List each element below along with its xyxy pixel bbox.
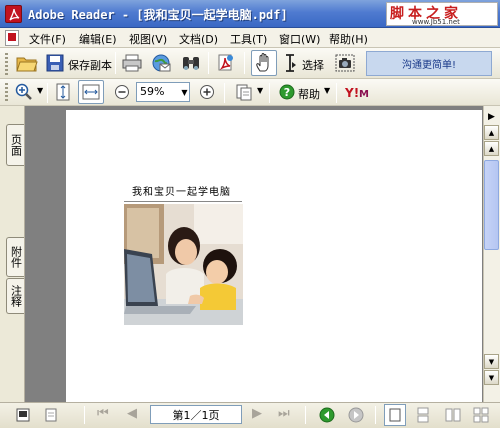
toolbar-separator bbox=[208, 52, 209, 74]
toolbar-grip[interactable] bbox=[5, 53, 8, 75]
chevron-down-icon[interactable]: ▼ bbox=[37, 86, 43, 95]
chevron-down-icon[interactable]: ▼ bbox=[257, 86, 263, 95]
scroll-top-icon[interactable]: ▲ bbox=[484, 125, 499, 140]
single-page-layout-icon[interactable] bbox=[384, 404, 406, 426]
promo-button[interactable]: 沟通更简单! bbox=[366, 51, 492, 76]
scroll-bottom-icon[interactable]: ▼ bbox=[484, 370, 499, 385]
zoom-dropdown-icon[interactable]: ▼ bbox=[180, 83, 189, 101]
document-icon[interactable] bbox=[42, 406, 60, 424]
continuous-facing-layout-icon[interactable] bbox=[472, 406, 490, 424]
scrollbar-thumb[interactable] bbox=[484, 160, 499, 250]
tab-pages-label: 页面 bbox=[9, 134, 23, 156]
tab-comments[interactable]: 注释 bbox=[6, 278, 24, 314]
zoom-value[interactable]: 59% bbox=[140, 85, 164, 98]
tab-attachments-label: 附件 bbox=[9, 246, 23, 268]
page-number-field[interactable]: 第1／1页 bbox=[150, 405, 242, 424]
actual-size-icon[interactable] bbox=[53, 81, 73, 103]
tab-comments-label: 注释 bbox=[9, 285, 23, 307]
adobe-reader-icon bbox=[5, 5, 22, 23]
document-heading: 我和宝贝一起学电脑 bbox=[132, 187, 231, 198]
open-folder-icon[interactable] bbox=[15, 51, 39, 75]
tab-attachments[interactable]: 附件 bbox=[6, 237, 24, 277]
promo-label: 沟通更简单! bbox=[401, 60, 456, 71]
save-disk-icon[interactable] bbox=[44, 51, 66, 75]
tab-pages[interactable]: 页面 bbox=[6, 124, 24, 166]
watermark-url: www.Jb51.net bbox=[412, 18, 460, 26]
toolbar-grip[interactable] bbox=[5, 83, 8, 103]
svg-text:Y!: Y! bbox=[345, 86, 359, 99]
menu-window[interactable]: 窗口(W) bbox=[279, 31, 320, 47]
continuous-layout-icon[interactable] bbox=[414, 406, 432, 424]
menu-help[interactable]: 帮助(H) bbox=[329, 31, 368, 47]
status-separator bbox=[305, 406, 306, 424]
status-separator bbox=[84, 406, 85, 424]
last-page-icon[interactable]: ⏭ bbox=[278, 406, 290, 421]
snapshot-camera-icon[interactable] bbox=[333, 51, 357, 75]
first-page-icon[interactable]: ⏮ bbox=[97, 406, 109, 421]
window-title: Adobe Reader - [我和宝贝一起学电脑.pdf] bbox=[28, 8, 288, 22]
menu-tools[interactable]: 工具(T) bbox=[230, 31, 267, 47]
menu-file[interactable]: 文件(F) bbox=[29, 31, 66, 47]
toolbar-separator bbox=[244, 52, 245, 74]
toolbar-separator bbox=[269, 83, 270, 103]
search-binoculars-icon[interactable] bbox=[179, 51, 203, 75]
scroll-down-icon[interactable]: ▼ bbox=[484, 354, 499, 369]
menu-edit[interactable]: 编辑(E) bbox=[79, 31, 117, 47]
page-indicator: 第1／1页 bbox=[172, 408, 220, 422]
menu-view[interactable]: 视图(V) bbox=[129, 31, 167, 47]
zoom-out-icon[interactable] bbox=[112, 82, 132, 102]
toolbar-separator bbox=[47, 83, 48, 103]
go-forward-icon[interactable] bbox=[347, 406, 365, 424]
go-back-icon[interactable] bbox=[318, 406, 336, 424]
zoom-in-icon[interactable] bbox=[197, 82, 217, 102]
menu-document[interactable]: 文档(D) bbox=[179, 31, 218, 47]
create-pdf-icon[interactable] bbox=[214, 51, 238, 75]
select-tool-button[interactable]: 选择 bbox=[302, 57, 324, 73]
split-arrow-icon[interactable]: ▶ bbox=[484, 109, 499, 124]
layout-single-icon[interactable] bbox=[14, 406, 32, 424]
svg-text:?: ? bbox=[284, 86, 290, 99]
email-globe-icon[interactable] bbox=[149, 51, 173, 75]
facing-layout-icon[interactable] bbox=[444, 406, 462, 424]
heading-rule bbox=[124, 201, 242, 202]
document-photo bbox=[124, 204, 243, 325]
status-separator bbox=[375, 406, 376, 424]
hand-tool-icon[interactable] bbox=[251, 50, 277, 76]
yahoo-search-icon[interactable]: Y! M bbox=[344, 82, 380, 102]
fit-width-icon[interactable] bbox=[78, 80, 104, 104]
document-menu-icon[interactable] bbox=[5, 30, 19, 46]
help-icon[interactable]: ? bbox=[278, 82, 296, 102]
save-copy-button[interactable]: 保存副本 bbox=[68, 57, 112, 73]
previous-page-icon[interactable]: ◀ bbox=[127, 406, 137, 421]
zoom-in-tool-icon[interactable] bbox=[13, 81, 35, 103]
toolbar-separator bbox=[336, 83, 337, 103]
text-select-icon[interactable] bbox=[281, 51, 299, 75]
svg-text:M: M bbox=[359, 89, 369, 99]
rotate-view-icon[interactable] bbox=[233, 81, 255, 103]
menu-bar: 文件(F) 编辑(E) 视图(V) 文档(D) 工具(T) 窗口(W) 帮助(H… bbox=[0, 28, 500, 48]
toolbar-separator bbox=[115, 52, 116, 74]
print-icon[interactable] bbox=[121, 51, 143, 75]
toolbar-separator bbox=[224, 83, 225, 103]
next-page-icon[interactable]: ▶ bbox=[252, 406, 262, 421]
scroll-up-icon[interactable]: ▲ bbox=[484, 141, 499, 156]
help-button[interactable]: 帮助 bbox=[298, 86, 320, 102]
chevron-down-icon[interactable]: ▼ bbox=[324, 86, 330, 95]
